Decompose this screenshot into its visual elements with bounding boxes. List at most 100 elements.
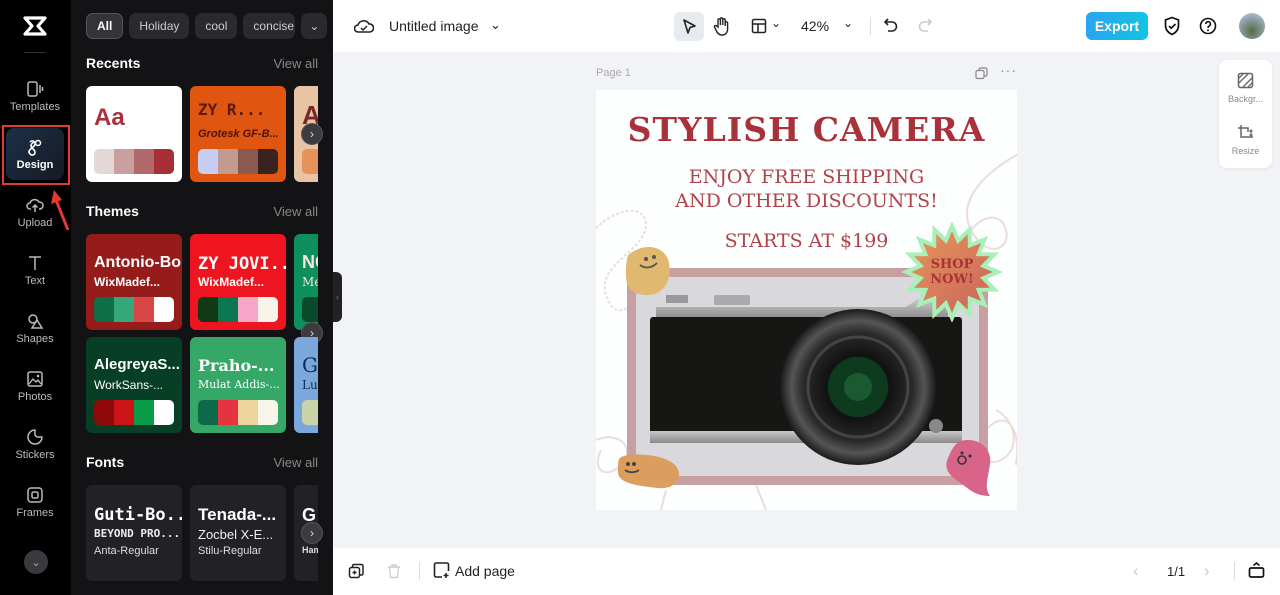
chips-more-button[interactable]: ⌄ bbox=[301, 13, 328, 39]
layout-chevron-icon[interactable]: ⌄ bbox=[771, 16, 781, 30]
help-icon[interactable] bbox=[1199, 17, 1217, 35]
font-card[interactable]: Guti-Bo... BEYOND PRO... Anta-Regular bbox=[86, 485, 182, 581]
smiley-sticker-yellow[interactable] bbox=[624, 245, 672, 297]
badge-line-1: SHOP bbox=[930, 257, 974, 272]
font-subtitle: BEYOND PRO... bbox=[94, 527, 181, 540]
divider bbox=[870, 17, 871, 35]
chip-holiday[interactable]: Holiday bbox=[129, 13, 190, 39]
duplicate-page-icon[interactable] bbox=[348, 563, 364, 579]
badge-line-2: NOW! bbox=[930, 272, 974, 287]
smiley-sticker-orange[interactable] bbox=[616, 452, 680, 490]
recents-title: Recents bbox=[86, 55, 141, 71]
delete-page-icon[interactable] bbox=[387, 563, 401, 579]
frames-icon bbox=[27, 486, 43, 503]
themes-row-2: AlegreyaS... WorkSans-... Praho-... Mula… bbox=[86, 337, 318, 433]
resize-button[interactable]: Resize bbox=[1219, 124, 1272, 156]
recent-card[interactable]: Aa bbox=[86, 86, 182, 182]
font-card[interactable]: Tenada-... Zocbel X-E... Stilu-Regular bbox=[190, 485, 286, 581]
theme-card[interactable]: ZY JOVI... WixMadef... bbox=[190, 234, 286, 330]
chip-all[interactable]: All bbox=[86, 13, 124, 39]
rail-item-photos[interactable]: Photos bbox=[6, 360, 64, 412]
rail-label: Text bbox=[24, 274, 46, 287]
recents-view-all[interactable]: View all bbox=[273, 56, 318, 71]
theme-card[interactable]: NO Me bbox=[294, 234, 318, 330]
chevron-down-icon: ⌄ bbox=[309, 19, 320, 33]
add-page-button[interactable]: Add page bbox=[433, 562, 515, 579]
card-title: Aa bbox=[94, 104, 125, 131]
pointer-icon bbox=[683, 19, 696, 34]
rail-item-templates[interactable]: Templates bbox=[6, 70, 64, 122]
background-button[interactable]: Backgr... bbox=[1219, 72, 1272, 104]
title-dropdown-chevron-icon[interactable]: ⌄ bbox=[490, 17, 501, 33]
theme-card[interactable]: Praho-... Mulat Addis-... bbox=[190, 337, 286, 433]
page-more-options-icon[interactable]: ··· bbox=[1000, 62, 1017, 78]
rail-item-text[interactable]: Text bbox=[6, 244, 64, 296]
background-icon bbox=[1237, 72, 1254, 89]
chevron-left-icon: ‹ bbox=[336, 292, 339, 302]
capcut-logo-icon[interactable] bbox=[22, 14, 48, 38]
card-title: Antonio-Bold bbox=[94, 254, 182, 271]
theme-card[interactable]: Antonio-Bold WixMadef... bbox=[86, 234, 182, 330]
stickers-icon bbox=[27, 428, 43, 445]
chip-concise[interactable]: concise bbox=[243, 13, 296, 39]
app: Templates Design Upload Text Shapes Phot… bbox=[0, 0, 1280, 595]
font-title: Tenada-... bbox=[198, 505, 277, 524]
user-avatar[interactable] bbox=[1239, 13, 1265, 39]
collapse-panel-handle[interactable]: ‹ bbox=[333, 272, 342, 322]
hand-tool-icon[interactable] bbox=[713, 16, 731, 36]
export-button[interactable]: Export bbox=[1086, 12, 1148, 40]
left-rail: Templates Design Upload Text Shapes Phot… bbox=[0, 0, 71, 595]
prev-page-button[interactable]: ‹ bbox=[1133, 561, 1139, 581]
fonts-next-button[interactable]: › bbox=[301, 522, 323, 544]
card-subtitle: Me bbox=[302, 275, 318, 289]
font-caption: Stilu-Regular bbox=[198, 545, 262, 557]
card-subtitle: Grotesk GF-B... bbox=[198, 128, 279, 140]
rail-item-shapes[interactable]: Shapes bbox=[6, 302, 64, 354]
recents-next-button[interactable]: › bbox=[301, 123, 323, 145]
palette bbox=[94, 149, 174, 174]
divider bbox=[1234, 562, 1235, 580]
fonts-view-all[interactable]: View all bbox=[273, 455, 318, 470]
undo-icon[interactable] bbox=[883, 17, 899, 33]
card-subtitle: WixMadef... bbox=[94, 275, 160, 289]
themes-view-all[interactable]: View all bbox=[273, 204, 318, 219]
card-subtitle: Lu bbox=[302, 378, 318, 392]
document-title[interactable]: Untitled image bbox=[389, 18, 479, 34]
theme-card[interactable]: G Lu bbox=[294, 337, 318, 433]
divider bbox=[419, 562, 420, 580]
chevron-left-icon: ‹ bbox=[1133, 561, 1139, 580]
shield-check-icon[interactable] bbox=[1163, 16, 1181, 36]
theme-card[interactable]: AlegreyaS... WorkSans-... bbox=[86, 337, 182, 433]
zoom-chevron-icon[interactable]: ⌄ bbox=[843, 16, 853, 30]
rail-item-upload[interactable]: Upload bbox=[6, 186, 64, 238]
rail-item-frames[interactable]: Frames bbox=[6, 476, 64, 528]
poster-title[interactable]: STYLISH CAMERA bbox=[596, 110, 1017, 149]
card-subtitle: WorkSans-... bbox=[94, 378, 164, 392]
poster-line-2[interactable]: AND OTHER DISCOUNTS! bbox=[596, 190, 1017, 212]
chip-cool[interactable]: cool bbox=[195, 13, 238, 39]
recent-card[interactable]: ZY R... Grotesk GF-B... bbox=[190, 86, 286, 182]
rail-item-stickers[interactable]: Stickers bbox=[6, 418, 64, 470]
palette bbox=[198, 149, 278, 174]
filter-chips: All Holiday cool concise ⌄ bbox=[86, 13, 328, 39]
poster-line-1[interactable]: ENJOY FREE SHIPPING bbox=[596, 166, 1017, 188]
page-manager-icon[interactable] bbox=[1248, 561, 1265, 579]
page-counter: 1/1 bbox=[1167, 564, 1186, 579]
redo-icon[interactable] bbox=[917, 17, 933, 33]
add-page-label: Add page bbox=[455, 562, 515, 579]
layout-icon[interactable] bbox=[751, 18, 767, 34]
shop-now-text: SHOP NOW! bbox=[916, 257, 988, 287]
rail-divider bbox=[24, 52, 46, 53]
palette bbox=[302, 400, 318, 425]
next-page-button[interactable]: › bbox=[1204, 561, 1210, 581]
rail-more-button[interactable]: ⌄ bbox=[24, 550, 48, 574]
chevron-right-icon: › bbox=[310, 526, 314, 540]
face-sticker-pink[interactable] bbox=[944, 438, 992, 498]
rail-label: Upload bbox=[17, 216, 53, 229]
zoom-level[interactable]: 42% bbox=[801, 18, 829, 34]
cloud-saved-icon[interactable] bbox=[354, 17, 374, 35]
duplicate-page-icon[interactable] bbox=[975, 67, 988, 80]
palette bbox=[94, 400, 174, 425]
recents-row: Aa ZY R... Grotesk GF-B... A bbox=[86, 86, 318, 182]
poster-canvas[interactable]: STYLISH CAMERA ENJOY FREE SHIPPING AND O… bbox=[596, 90, 1017, 510]
